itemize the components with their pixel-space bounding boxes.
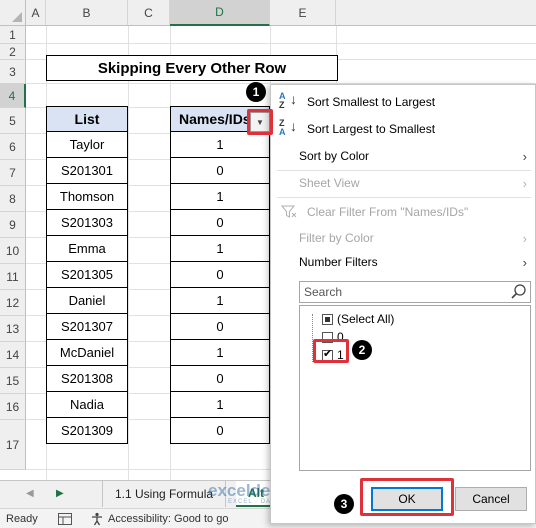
row-header[interactable]: 4 xyxy=(0,84,26,108)
list-cell[interactable]: Thomson xyxy=(46,184,128,210)
names-ids-cell[interactable]: 0 xyxy=(170,314,270,340)
column-header-e[interactable]: E xyxy=(270,0,336,26)
gridline-vertical xyxy=(128,26,129,480)
row-header[interactable]: 3 xyxy=(0,60,26,84)
option-select-all[interactable]: (Select All) xyxy=(322,310,394,328)
filter-by-color-label: Filter by Color xyxy=(299,231,374,245)
highlight-ok-button xyxy=(360,478,454,516)
clear-filter-item: Clear Filter From "Names/IDs" xyxy=(271,199,536,225)
scroll-tabs-left-icon[interactable]: ◀ xyxy=(26,488,34,499)
filter-by-color-item: Filter by Color › xyxy=(271,225,536,251)
row-header[interactable]: 9 xyxy=(0,212,26,238)
select-all-checkbox[interactable] xyxy=(322,313,333,325)
list-cell[interactable]: Taylor xyxy=(46,132,128,158)
row-header[interactable]: 14 xyxy=(0,342,26,368)
list-cell[interactable]: S201308 xyxy=(46,366,128,392)
option-label: (Select All) xyxy=(337,312,395,326)
step-badge: 2 xyxy=(352,340,372,360)
step-badge: 1 xyxy=(246,82,266,102)
sheet-title: Skipping Every Other Row xyxy=(46,55,338,81)
sort-descending-item[interactable]: Z A ↓ Sort Largest to Smallest xyxy=(271,116,536,142)
names-ids-cell[interactable]: 1 xyxy=(170,392,270,418)
menu-divider xyxy=(277,197,531,198)
filter-dropdown: A Z ↓ Sort Smallest to Largest Z A ↓ Sort La… xyxy=(270,84,536,524)
list-cell[interactable]: McDaniel xyxy=(46,340,128,366)
sort-ascending-icon: A Z ↓ xyxy=(279,91,297,110)
list-column-header: List xyxy=(46,106,128,132)
row-header[interactable]: 6 xyxy=(0,134,26,160)
scroll-tabs-right-icon[interactable]: ▶ xyxy=(56,488,64,499)
list-cell[interactable]: Nadia xyxy=(46,392,128,418)
list-cell[interactable]: Emma xyxy=(46,236,128,262)
sort-by-color-item[interactable]: Sort by Color › xyxy=(271,143,536,169)
sort-by-color-label: Sort by Color xyxy=(299,149,370,163)
accessibility-icon[interactable] xyxy=(90,512,104,526)
list-cell[interactable]: S201309 xyxy=(46,418,128,444)
column-header-d[interactable]: D xyxy=(170,0,270,26)
column-header-b[interactable]: B xyxy=(46,0,128,26)
sort-ascending-item[interactable]: A Z ↓ Sort Smallest to Largest xyxy=(271,89,536,115)
row-header[interactable]: 8 xyxy=(0,186,26,212)
sheet-view-item: Sheet View › xyxy=(271,170,536,196)
row-header[interactable]: 2 xyxy=(0,44,26,60)
names-ids-cell[interactable]: 1 xyxy=(170,132,270,158)
names-ids-cell[interactable]: 1 xyxy=(170,184,270,210)
column-header-c[interactable]: C xyxy=(128,0,170,26)
gridline-horizontal xyxy=(26,43,536,44)
search-placeholder: Search xyxy=(304,285,343,299)
number-filters-label: Number Filters xyxy=(299,255,378,269)
names-ids-cell[interactable]: 1 xyxy=(170,288,270,314)
chevron-right-icon: › xyxy=(522,230,527,246)
clear-filter-label: Clear Filter From "Names/IDs" xyxy=(307,205,469,219)
names-ids-cell[interactable]: 1 xyxy=(170,236,270,262)
names-ids-cell[interactable]: 1 xyxy=(170,340,270,366)
list-cell[interactable]: S201303 xyxy=(46,210,128,236)
step-badge: 3 xyxy=(334,494,354,514)
chevron-right-icon: › xyxy=(522,254,527,270)
clear-filter-icon xyxy=(281,205,297,218)
names-ids-cell[interactable]: 0 xyxy=(170,262,270,288)
list-cell[interactable]: Daniel xyxy=(46,288,128,314)
search-icon xyxy=(511,284,526,299)
filter-values-list: (Select All) 0 1 xyxy=(299,305,531,471)
list-cell[interactable]: S201301 xyxy=(46,158,128,184)
chevron-right-icon: › xyxy=(522,148,527,164)
highlight-dropdown xyxy=(247,109,273,135)
row-header[interactable]: 11 xyxy=(0,264,26,290)
sort-descending-label: Sort Largest to Smallest xyxy=(307,122,436,136)
status-accessibility[interactable]: Accessibility: Good to go xyxy=(108,513,228,525)
sort-descending-icon: Z A ↓ xyxy=(279,118,297,137)
row-header[interactable]: 13 xyxy=(0,316,26,342)
select-all-corner[interactable] xyxy=(0,0,26,26)
list-cell[interactable]: S201305 xyxy=(46,262,128,288)
row-header[interactable]: 1 xyxy=(0,26,26,44)
cell-mode-icon xyxy=(58,513,72,525)
names-ids-cell[interactable]: 0 xyxy=(170,158,270,184)
row-header[interactable]: 10 xyxy=(0,238,26,264)
column-header-a[interactable]: A xyxy=(26,0,46,26)
number-filters-item[interactable]: Number Filters › xyxy=(271,249,536,275)
sort-ascending-label: Sort Smallest to Largest xyxy=(307,95,436,109)
names-ids-cell[interactable]: 0 xyxy=(170,210,270,236)
status-ready: Ready xyxy=(6,513,38,525)
names-ids-cell[interactable]: 0 xyxy=(170,366,270,392)
cancel-button[interactable]: Cancel xyxy=(455,487,527,511)
column-header-blank xyxy=(336,0,536,26)
highlight-checkbox-one xyxy=(313,339,349,363)
filter-search-input[interactable]: Search xyxy=(299,281,531,303)
row-header[interactable]: 12 xyxy=(0,290,26,316)
row-header[interactable]: 17 xyxy=(0,420,26,470)
list-cell[interactable]: S201307 xyxy=(46,314,128,340)
row-header[interactable]: 16 xyxy=(0,394,26,420)
row-header[interactable]: 7 xyxy=(0,160,26,186)
row-header[interactable]: 15 xyxy=(0,368,26,394)
chevron-right-icon: › xyxy=(522,175,527,191)
names-ids-cell[interactable]: 0 xyxy=(170,418,270,444)
sheet-view-label: Sheet View xyxy=(299,176,360,190)
row-header[interactable]: 5 xyxy=(0,108,26,134)
